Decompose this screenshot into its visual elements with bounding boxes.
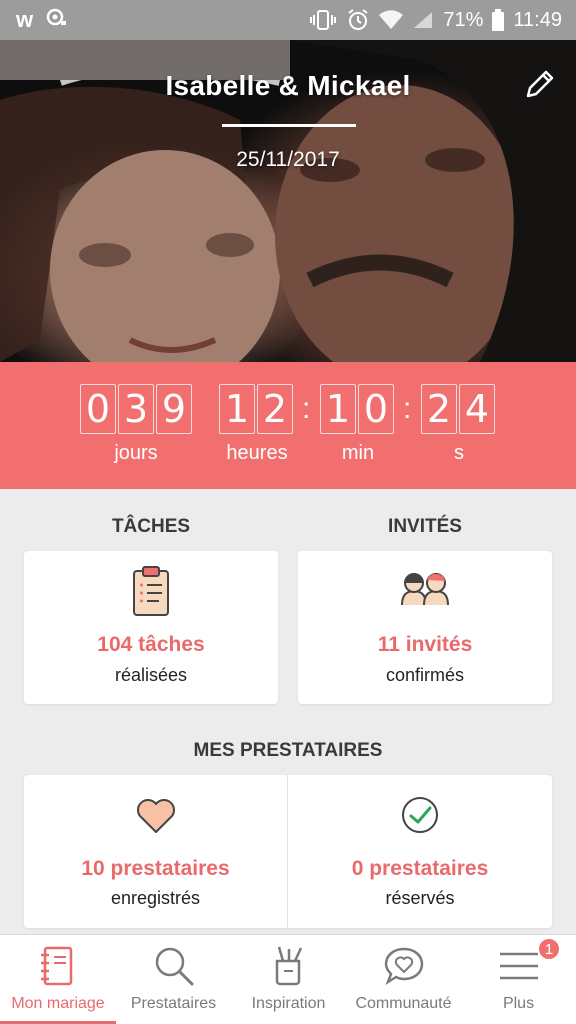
countdown-digit: 2 [257,384,293,434]
countdown-label-minutes: min [341,442,375,464]
vendors-saved-status: enregistrés [110,888,201,908]
guests-section-title: INVITÉS [388,516,462,537]
vendors-saved[interactable]: 10 prestataires enregistrés [24,775,287,928]
nav-item-communaute[interactable]: Communauté [346,935,461,1024]
vendors-section-title: MES PRESTATAIRES [193,740,383,761]
battery-icon [492,9,505,31]
app-logo-icon: w [16,7,34,32]
signal-icon [412,10,434,30]
tasks-section-title: TÂCHES [111,516,191,537]
countdown-label-hours: heures [226,442,288,464]
couple-names: Isabelle & Mickael [165,70,411,101]
check-circle-icon [400,795,440,840]
heart-icon [135,797,177,840]
edit-button[interactable] [522,68,556,102]
countdown-days: 0 3 9 [80,384,192,434]
tasks-status: réalisées [114,665,188,685]
countdown-label-seconds: s [454,442,464,464]
wifi-icon [379,10,404,30]
countdown-digit: 9 [156,384,192,434]
guests-card[interactable]: 11 invités confirmés [298,551,552,704]
nav-label: Mon mariage [11,995,105,1012]
guests-count: 11 invités [377,633,473,656]
countdown-seconds: 2 4 [421,384,495,434]
search-icon [155,947,193,986]
couple-photo-header: Isabelle & Mickael 25/11/2017 [0,40,576,362]
heart-chat-icon [384,947,423,986]
nav-label: Prestataires [130,995,217,1012]
nav-label: Communauté [355,995,452,1012]
guests-status: confirmés [385,665,465,685]
menu-icon [499,952,538,980]
notebook-icon [41,946,73,986]
guests-couple-icon [398,571,452,612]
countdown-separator: : [403,392,412,425]
nav-label: Inspiration [251,995,326,1012]
clock-time: 11:49 [513,8,562,31]
status-bar-right: 71% 11:49 [309,8,562,32]
countdown-label-days: jours [114,442,158,464]
vibrate-icon [309,9,337,31]
nav-item-inspiration[interactable]: Inspiration [231,935,346,1024]
wedding-date: 25/11/2017 [236,148,340,171]
tasks-count: 104 tâches [97,633,205,656]
countdown-hours: 1 2 [219,384,293,434]
countdown-digit: 1 [219,384,255,434]
battery-percent: 71% [443,8,484,31]
bottom-navigation: Mon mariage Prestataires Inspiration Com… [0,934,576,1024]
nav-item-mon-mariage[interactable]: Mon mariage [0,935,116,1024]
countdown-digit: 0 [358,384,394,434]
countdown-separator: : [302,392,311,425]
vendors-booked-count: 0 prestataires [351,857,489,880]
tasks-card[interactable]: 104 tâches réalisées [24,551,278,704]
pencil-icon [526,70,554,98]
countdown-digit: 4 [459,384,495,434]
nav-label: Plus [502,995,535,1012]
clipboard-icon [131,565,171,622]
countdown-digit: 3 [118,384,154,434]
countdown-digit: 2 [421,384,457,434]
nav-item-prestataires[interactable]: Prestataires [116,935,231,1024]
vendors-booked[interactable]: 0 prestataires réservés [288,775,552,928]
status-bar: w 71% 11:49 [0,0,576,40]
countdown-digit: 1 [320,384,356,434]
status-bar-left: w [16,7,67,33]
alarm-icon [346,8,370,32]
notification-icon [45,7,67,33]
vendors-saved-count: 10 prestataires [81,857,230,880]
inspiration-cup-icon [275,946,302,986]
vendors-booked-status: réservés [385,888,455,908]
notification-badge: 1 [537,937,561,961]
countdown-minutes: 1 0 [320,384,394,434]
title-divider [222,124,356,127]
vendors-card: 10 prestataires enregistrés 0 prestatair… [24,775,552,928]
countdown-panel: 0 3 9 1 2 : 1 0 : 2 4 jours heures min s [0,362,576,489]
countdown-digit: 0 [80,384,116,434]
